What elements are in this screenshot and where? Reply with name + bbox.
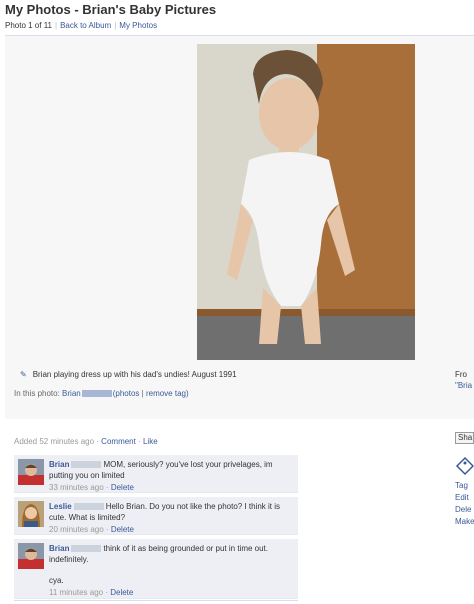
added-time: Added 52 minutes ago [14, 437, 95, 446]
comment-text-second: cya. [49, 576, 64, 585]
in-photo-label: In this photo: [14, 389, 60, 398]
photo-actions: Tag Edit Dele Make [455, 480, 474, 528]
my-photos-link[interactable]: My Photos [119, 21, 157, 30]
separator: | [114, 21, 117, 30]
make-profile-link[interactable]: Make [455, 516, 474, 528]
in-this-photo: In this photo: Brian (photos | remove tag… [14, 389, 189, 398]
edit-photo-link[interactable]: Edit [455, 492, 474, 504]
comment-author[interactable]: Leslie [49, 502, 72, 511]
page-title: My Photos - Brian's Baby Pictures [5, 2, 217, 17]
photo-pager: Photo 1 of 11 | Back to Album | My Photos [5, 21, 157, 30]
divider [14, 600, 298, 601]
back-to-album-link[interactable]: Back to Album [60, 21, 111, 30]
comment-author[interactable]: Brian [49, 460, 69, 469]
main-photo[interactable] [197, 44, 415, 360]
comment-item: Brian think of it as being grounded or pu… [14, 539, 298, 599]
comment-meta: 33 minutes ago · Delete [49, 483, 134, 492]
avatar[interactable] [18, 543, 44, 569]
photos-of-person-link[interactable]: (photos [113, 389, 140, 398]
remove-tag-link[interactable]: remove tag) [146, 389, 189, 398]
tagged-person-link[interactable]: Brian [62, 389, 81, 398]
redacted-name [73, 503, 104, 511]
comment-item: Brian MOM, seriously? you've lost your pr… [14, 455, 298, 493]
comment-body: Brian MOM, seriously? you've lost your pr… [49, 459, 294, 493]
tag-icon[interactable] [455, 456, 474, 476]
tag-photo-link[interactable]: Tag [455, 480, 474, 492]
comment-meta: 11 minutes ago · Delete [49, 588, 134, 597]
activity-line: Added 52 minutes ago · Comment · Like [14, 437, 158, 446]
delete-comment-link[interactable]: Delete [110, 588, 133, 597]
redacted-name [71, 461, 102, 469]
photo-image [197, 44, 415, 360]
delete-comment-link[interactable]: Delete [111, 483, 134, 492]
comment-link[interactable]: Comment [101, 437, 136, 446]
delete-photo-link[interactable]: Dele [455, 504, 474, 516]
avatar[interactable] [18, 501, 44, 527]
redacted-name [81, 390, 112, 398]
like-link[interactable]: Like [143, 437, 158, 446]
comment-item: Leslie Hello Brian. Do you not like the p… [14, 497, 298, 535]
comment-author[interactable]: Brian [49, 544, 69, 553]
comment-body: Leslie Hello Brian. Do you not like the p… [49, 501, 294, 535]
comment-meta: 20 minutes ago · Delete [49, 525, 134, 534]
photo-caption: ✎ Brian playing dress up with his dad's u… [20, 370, 237, 379]
separator: | [55, 21, 58, 30]
comment-time: 11 minutes ago [49, 588, 104, 597]
pencil-icon[interactable]: ✎ [20, 370, 27, 379]
comment-body: Brian think of it as being grounded or pu… [49, 543, 294, 598]
share-button[interactable]: Sha [455, 432, 474, 444]
photo-position: Photo 1 of 11 [5, 21, 52, 30]
comment-time: 33 minutes ago [49, 483, 104, 492]
delete-comment-link[interactable]: Delete [111, 525, 134, 534]
caption-text: Brian playing dress up with his dad's un… [32, 370, 237, 379]
avatar[interactable] [18, 459, 44, 485]
from-album-name[interactable]: "Bria [455, 381, 474, 390]
from-label: Fro [455, 370, 467, 379]
redacted-name [71, 545, 102, 553]
comment-time: 20 minutes ago [49, 525, 104, 534]
